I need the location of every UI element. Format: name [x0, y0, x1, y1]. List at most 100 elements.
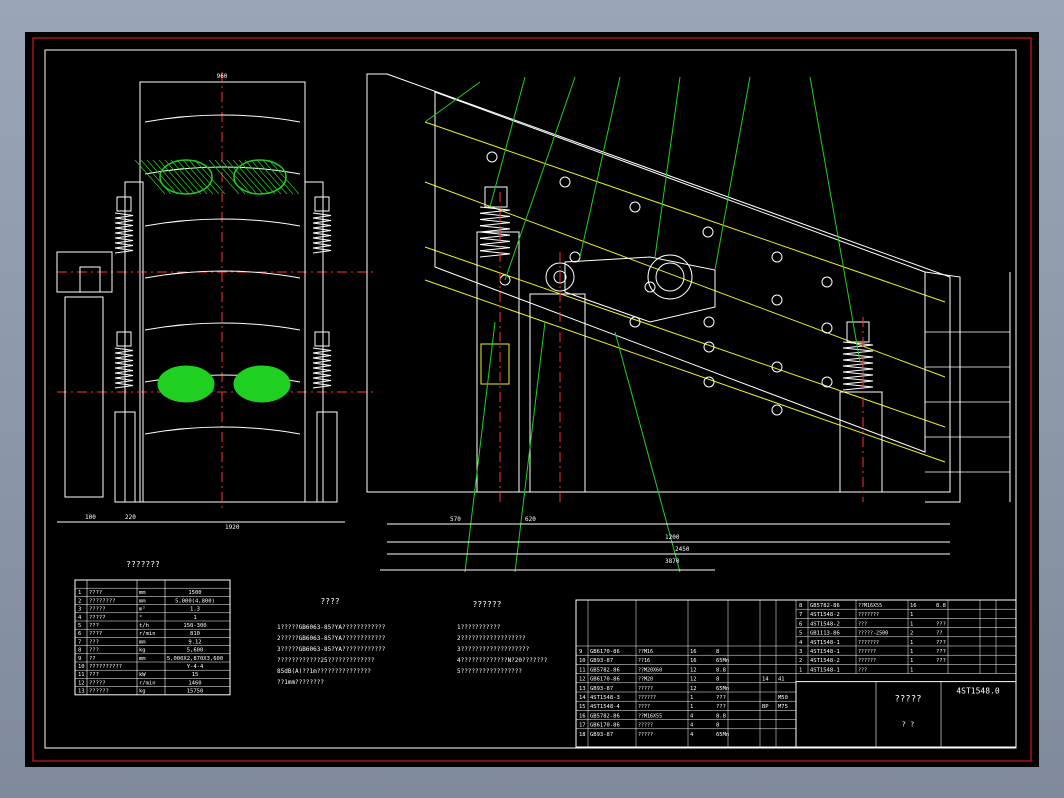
- params-cell: kW: [139, 672, 146, 678]
- notes-line: 85dB(A)??1m???????????????: [277, 668, 371, 675]
- bom-cell: 10: [579, 658, 586, 664]
- bom-cell: GB1113-86: [810, 631, 840, 637]
- spring-coil: [114, 227, 134, 234]
- spring-coil: [114, 377, 134, 384]
- params-cell: 8: [78, 648, 81, 654]
- params-cell: 9: [78, 656, 81, 662]
- bom-cell: 8: [716, 723, 719, 729]
- spring-coil: [312, 347, 332, 354]
- mesh-bottom-left: [157, 365, 215, 403]
- spring-coil: [312, 247, 332, 254]
- bolt-hole: [703, 316, 715, 328]
- bom-cell: 41: [778, 677, 785, 683]
- mesh-hatch: [146, 159, 178, 195]
- spring-cap: [314, 196, 330, 212]
- spring-coil: [114, 217, 134, 224]
- spring-coil: [479, 219, 511, 227]
- bom-cell: ??16: [638, 658, 650, 664]
- cad-viewport[interactable]: 100 220 1920 960 570 620 1200 2450 3870??????? 1?…: [25, 32, 1039, 767]
- spring-coil: [312, 362, 332, 369]
- bom-cell: 16: [910, 603, 917, 609]
- params-cell: m²: [139, 606, 146, 613]
- params-cell: 5,600: [187, 648, 204, 654]
- bom-cell: 4: [799, 640, 803, 646]
- params-cell: kg: [139, 689, 146, 695]
- mesh-hatch: [256, 159, 288, 195]
- bolt-hole: [821, 276, 833, 288]
- spring-coil: [114, 357, 134, 364]
- spring-coil: [842, 377, 874, 385]
- bom-cell: 4: [690, 713, 694, 719]
- params-cell: 150-300: [183, 623, 206, 629]
- mesh-hatch: [194, 159, 226, 195]
- bom-cell: M75: [778, 704, 788, 710]
- params-cell: ?????: [89, 615, 106, 621]
- bom-cell: ?????: [638, 686, 653, 692]
- spring-coil: [479, 225, 511, 233]
- side-view-outline: [366, 73, 951, 493]
- mesh-hatch: [176, 159, 208, 195]
- motor-flange: [79, 266, 101, 293]
- drawing-number: 4ST1548.0: [956, 687, 1000, 696]
- bom-cell: 7: [799, 612, 802, 618]
- params-cell: ?????: [89, 680, 106, 686]
- params-cell: mm: [139, 598, 146, 604]
- params-cell: ???: [89, 623, 99, 629]
- bom-cell: 8.8: [716, 713, 726, 719]
- bom-cell: ??: [936, 631, 943, 637]
- params-cell: ????: [89, 631, 102, 637]
- mesh-hatch: [182, 159, 214, 195]
- bom-cell: 65Mn: [716, 732, 729, 738]
- drawing-name: ?????: [894, 695, 921, 705]
- bom-cell: 1: [690, 704, 693, 710]
- spring-coil: [842, 341, 874, 349]
- bolt-hole: [629, 316, 641, 328]
- params-cell: ????????: [89, 598, 116, 604]
- bom-cell: 4ST1548-2: [810, 658, 840, 664]
- bom-cell: GB93-87: [590, 658, 613, 664]
- spring-coil: [479, 231, 511, 239]
- support-column-right: [839, 391, 883, 493]
- mesh-hatch: [164, 159, 196, 195]
- bom-cell: 14: [762, 677, 769, 683]
- params-cell: 5: [78, 623, 81, 629]
- bom-cell: 4ST1548-2: [810, 612, 840, 618]
- spring-coil: [114, 347, 134, 354]
- leader-line: [714, 76, 751, 271]
- spring-coil: [114, 222, 134, 229]
- dim-text: 1920: [225, 524, 240, 531]
- bolt-hole: [821, 376, 833, 388]
- bom-cell: 6: [799, 621, 802, 627]
- notes-line: ??1mm????????: [277, 679, 324, 686]
- params-cell: 3: [78, 607, 81, 613]
- params-cell: 1.3: [190, 607, 200, 613]
- bom-cell: 8: [799, 603, 802, 609]
- bolt-hole: [559, 176, 571, 188]
- bom-cell: ??????: [638, 695, 656, 701]
- params-cell: ???: [89, 648, 99, 654]
- bom-cell: ???: [716, 704, 726, 710]
- bom-cell: 1: [910, 649, 913, 655]
- spring-coil: [479, 244, 511, 252]
- notes-line: 3?????GB6063-85?YA????????????: [277, 646, 386, 653]
- mesh-hatch: [238, 159, 270, 195]
- bolt-hole: [569, 251, 581, 263]
- spring-coil: [114, 372, 134, 379]
- bom-cell: 4ST1548-1: [810, 640, 840, 646]
- bom-cell: 2: [910, 631, 913, 637]
- bom-cell: 12: [690, 667, 697, 673]
- params-cell: 10: [78, 664, 85, 670]
- drawing-canvas[interactable]: 100 220 1920 960 570 620 1200 2450 3870??????? 1?…: [25, 32, 1039, 767]
- params-cell: 15750: [187, 689, 204, 695]
- bom-cell: 4ST1548-4: [590, 704, 620, 710]
- spring-coil: [312, 377, 332, 384]
- mesh-hatch: [244, 159, 276, 195]
- params-cell: 810: [190, 631, 200, 637]
- bom-cell: 1: [910, 612, 913, 618]
- mesh-hatch: [250, 159, 282, 195]
- bolt-hole: [821, 322, 833, 334]
- bom-cell: GB6170-86: [590, 677, 620, 683]
- bom-cell: ??M20: [638, 677, 653, 683]
- spring-coil: [312, 217, 332, 224]
- bom-cell: 8: [716, 677, 719, 683]
